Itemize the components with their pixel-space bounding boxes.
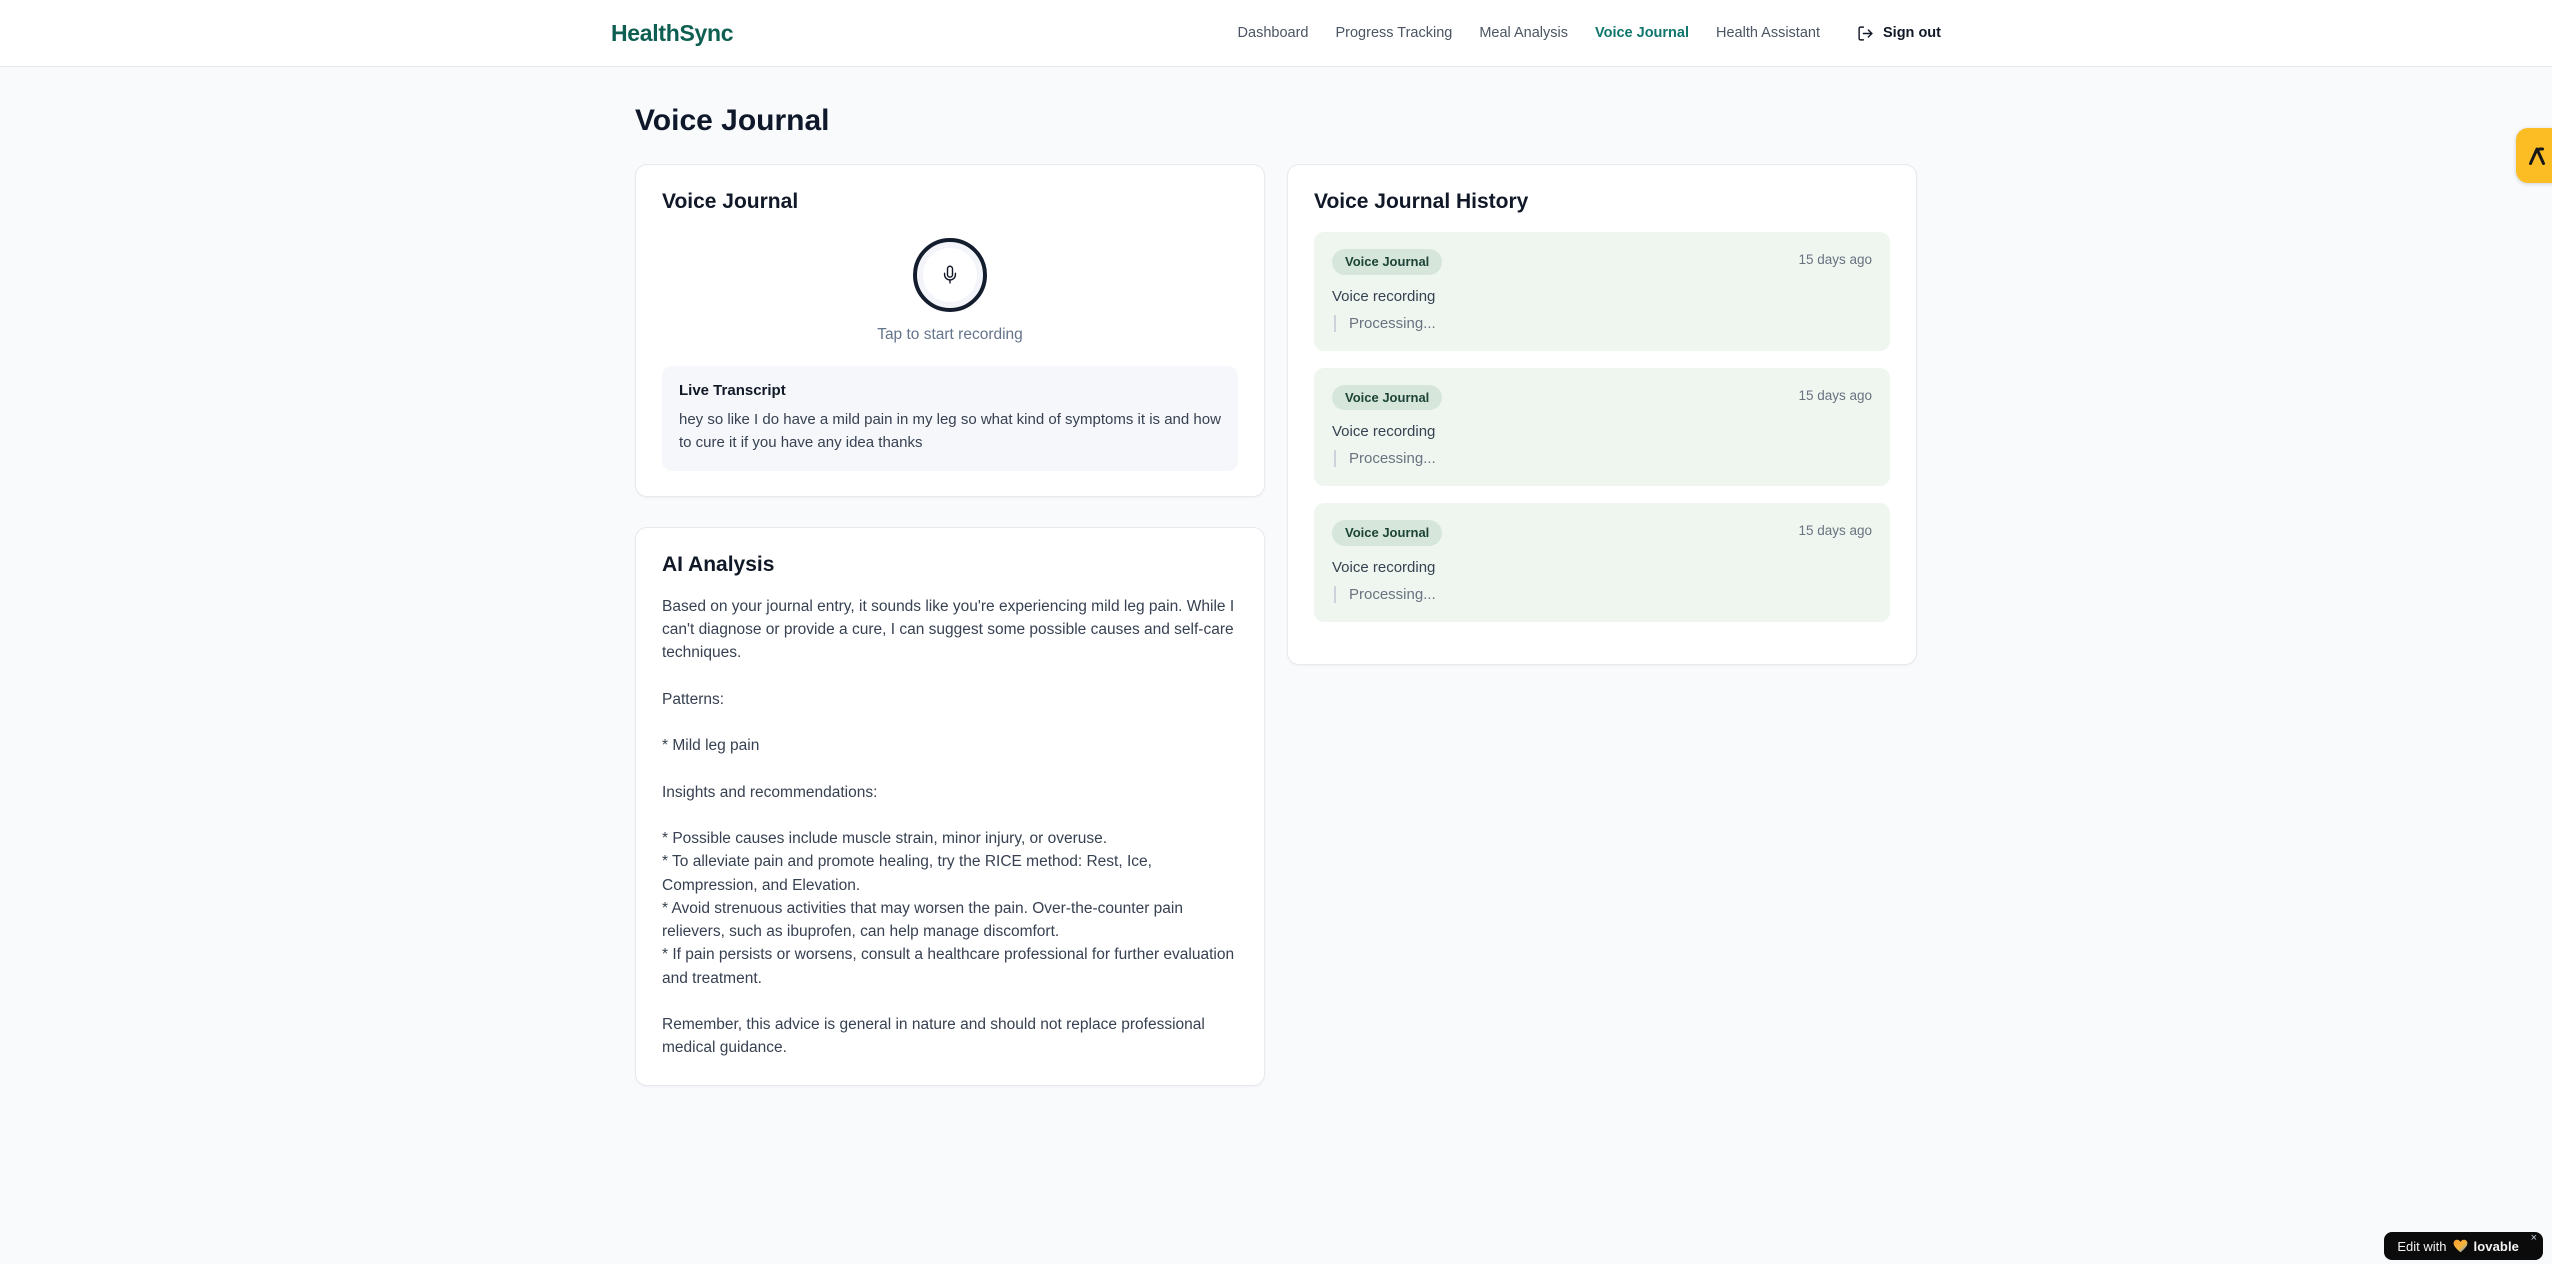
entry-timestamp: 15 days ago xyxy=(1798,523,1872,539)
voice-recorder-card: Voice Journal Tap to start recording Liv… xyxy=(635,164,1265,497)
entry-type-badge: Voice Journal xyxy=(1332,384,1443,411)
nav-item-voice-journal[interactable]: Voice Journal xyxy=(1595,25,1689,41)
sign-out-label: Sign out xyxy=(1883,25,1941,41)
entry-timestamp: 15 days ago xyxy=(1798,252,1872,267)
voice-journal-history-card: Voice Journal History Voice Journal 15 d… xyxy=(1287,164,1917,665)
ai-analysis-card: AI Analysis Based on your journal entry,… xyxy=(635,526,1265,1086)
entry-title: Voice recording xyxy=(1332,287,1436,305)
entry-timestamp: 15 days ago xyxy=(1798,387,1872,403)
live-transcript-text: hey so like I do have a mild pain in my … xyxy=(679,411,1221,452)
header-container: HealthSync Dashboard Progress Tracking M… xyxy=(611,0,1941,66)
history-entry: Voice Journal 15 days ago Voice recordin… xyxy=(1314,503,1890,622)
record-button[interactable] xyxy=(913,238,987,312)
heart-icon xyxy=(2453,1239,2468,1253)
edit-with-lovable-badge[interactable]: Edit with lovable × xyxy=(2384,1232,2543,1260)
entry-title: Voice recording xyxy=(1332,558,1436,576)
entry-status: Processing... xyxy=(1334,450,1872,468)
history-card-title: Voice Journal History xyxy=(1314,190,1529,213)
microphone-icon xyxy=(940,265,960,285)
nav-item-meal-analysis[interactable]: Meal Analysis xyxy=(1479,25,1568,41)
entry-type-badge: Voice Journal xyxy=(1332,249,1443,275)
history-entry: Voice Journal 15 days ago Voice recordin… xyxy=(1314,367,1890,487)
sign-out-button[interactable]: Sign out xyxy=(1857,25,1941,42)
tap-to-record-hint: Tap to start recording xyxy=(877,326,1023,343)
page-title: Voice Journal xyxy=(635,104,830,137)
left-column: Voice Journal Tap to start recording Liv… xyxy=(635,164,1265,1086)
history-entry: Voice Journal 15 days ago Voice recordin… xyxy=(1314,232,1890,351)
entry-status: Processing... xyxy=(1334,314,1872,332)
nav-item-progress-tracking[interactable]: Progress Tracking xyxy=(1335,25,1452,41)
logout-icon xyxy=(1857,25,1874,42)
side-widget-badge[interactable] xyxy=(2516,128,2552,183)
content-grid: Voice Journal Tap to start recording Liv… xyxy=(635,164,1917,1086)
live-transcript-title: Live Transcript xyxy=(679,382,786,399)
main-content: Voice Journal Voice Journal Tap to start… xyxy=(635,67,1917,1086)
top-nav: HealthSync Dashboard Progress Tracking M… xyxy=(0,0,2552,67)
right-column: Voice Journal History Voice Journal 15 d… xyxy=(1287,164,1917,665)
entry-type-badge: Voice Journal xyxy=(1332,520,1443,546)
entry-status: Processing... xyxy=(1334,585,1872,603)
entry-header: Voice Journal 15 days ago xyxy=(1332,249,1872,275)
logomark-icon xyxy=(2525,144,2549,168)
close-icon[interactable]: × xyxy=(2531,1233,2537,1244)
ai-analysis-body: Based on your journal entry, it sounds l… xyxy=(662,597,1235,1057)
brand-logo[interactable]: HealthSync xyxy=(611,20,734,47)
entry-header: Voice Journal 15 days ago xyxy=(1332,384,1872,411)
entry-title: Voice recording xyxy=(1332,423,1436,441)
nav-item-dashboard[interactable]: Dashboard xyxy=(1238,25,1309,41)
entry-header: Voice Journal 15 days ago xyxy=(1332,520,1872,546)
mic-area: Tap to start recording xyxy=(662,232,1238,344)
lovable-brand-label: lovable xyxy=(2473,1238,2519,1254)
primary-nav: Dashboard Progress Tracking Meal Analysi… xyxy=(1238,25,1941,42)
recorder-card-title: Voice Journal xyxy=(662,190,799,213)
live-transcript-box: Live Transcript hey so like I do have a … xyxy=(662,366,1238,471)
ai-analysis-title: AI Analysis xyxy=(662,552,775,576)
nav-item-health-assistant[interactable]: Health Assistant xyxy=(1716,25,1820,41)
edit-with-label: Edit with xyxy=(2397,1238,2447,1254)
